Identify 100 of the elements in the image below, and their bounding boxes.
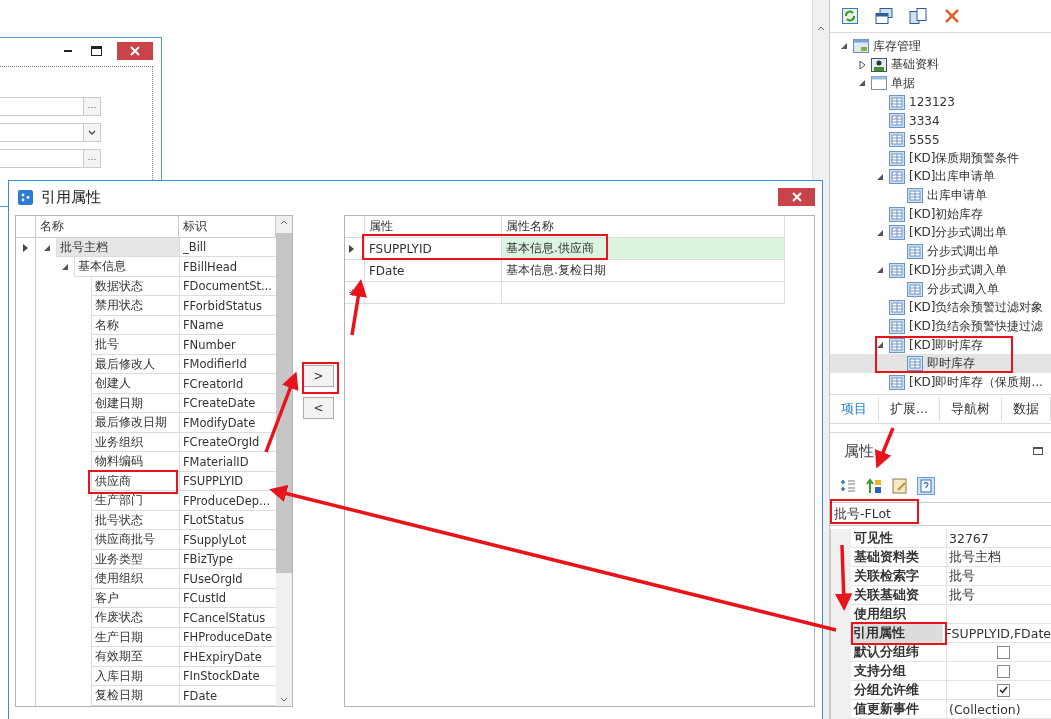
property-pages-button[interactable] <box>890 476 910 496</box>
table-cell[interactable]: FDate <box>364 260 502 282</box>
collapse-arrow-icon[interactable] <box>876 229 884 237</box>
checkbox[interactable] <box>997 645 1010 659</box>
tree-cell[interactable]: 供应商批号 <box>91 530 179 550</box>
input-field[interactable]: ··· <box>0 149 101 168</box>
tree-item[interactable]: [KD]初始库存 <box>830 204 1051 224</box>
collapse-arrow-icon[interactable] <box>840 42 848 51</box>
collapse-arrow-icon[interactable] <box>876 266 884 275</box>
tree-cell[interactable]: 最后修改日期 <box>91 413 179 433</box>
empty-cell[interactable] <box>364 282 502 304</box>
tree-cell[interactable]: 基本信息 <box>74 257 179 277</box>
tree-item[interactable]: [KD]即时库存 <box>830 335 1051 355</box>
tab[interactable]: 扩展... <box>879 397 940 422</box>
input-field[interactable] <box>0 123 101 142</box>
property-value[interactable]: (Collection) <box>947 700 1051 719</box>
tree-item[interactable]: [KD]负结余预警快捷过滤 <box>830 317 1051 336</box>
tree-cell[interactable]: 数据状态 <box>91 276 179 297</box>
tree-cell[interactable]: 最后修改人 <box>91 354 179 375</box>
tree-item[interactable]: 3334 <box>830 111 1051 131</box>
tree-cell[interactable]: 创建人 <box>91 374 179 394</box>
close-button[interactable] <box>117 42 153 60</box>
tree-cell[interactable]: 生产日期 <box>91 627 179 648</box>
tree-cell[interactable]: 批号 <box>91 335 179 355</box>
scrollbar[interactable] <box>276 216 292 706</box>
refresh-button[interactable] <box>840 5 860 26</box>
property-value[interactable]: 批号 <box>947 586 1051 605</box>
copy-button[interactable] <box>908 5 928 26</box>
tree-cell[interactable]: 禁用状态 <box>91 296 179 316</box>
tree-item[interactable]: [KD]分步式调出单 <box>830 223 1051 243</box>
windows-button[interactable] <box>874 5 894 26</box>
column-header[interactable]: 属性 <box>364 216 502 238</box>
tree-cell[interactable]: 物料编码 <box>91 452 179 472</box>
column-header[interactable]: 名称 <box>36 216 179 237</box>
tree-item[interactable]: 123123 <box>830 92 1051 112</box>
collapse-arrow-icon[interactable] <box>43 243 51 252</box>
property-name[interactable]: 可见性 <box>851 529 947 548</box>
tree-item[interactable]: [KD]保质期预警条件 <box>830 148 1051 168</box>
collapse-arrow-icon[interactable] <box>876 341 884 350</box>
property-name[interactable]: 值更新事件 <box>851 700 947 719</box>
input-field[interactable]: ··· <box>0 97 101 116</box>
tree-cell[interactable]: 入库日期 <box>91 666 179 687</box>
collapse-arrow-icon[interactable] <box>858 79 866 88</box>
tree-cell[interactable]: 有效期至 <box>91 647 179 667</box>
browse-button[interactable]: ··· <box>83 98 100 115</box>
tree-item[interactable]: [KD]出库申请单 <box>830 167 1051 187</box>
table-cell[interactable]: 基本信息.复检日期 <box>501 260 785 282</box>
sort-button[interactable] <box>864 476 884 496</box>
checkbox[interactable] <box>997 664 1010 678</box>
tree-item[interactable]: 分步式调出单 <box>830 242 1051 261</box>
property-name[interactable]: 关联检索字 <box>851 567 947 586</box>
minimize-icon[interactable] <box>64 49 72 53</box>
collapse-arrow-icon[interactable] <box>61 263 69 272</box>
browse-button[interactable]: ··· <box>83 150 100 167</box>
tree-item[interactable]: [KD]负结余预警过滤对象 <box>830 298 1051 318</box>
dropdown-button[interactable] <box>83 124 100 141</box>
maximize-icon[interactable] <box>90 46 102 56</box>
table-cell[interactable]: 基本信息.供应商 <box>501 238 785 260</box>
property-value[interactable]: 32767 <box>947 529 1051 548</box>
property-name[interactable]: 支持分组 <box>851 662 947 681</box>
scroll-up-icon[interactable] <box>817 26 825 31</box>
property-name[interactable]: 分组允许维 <box>851 681 947 700</box>
property-name[interactable]: 引用属性 <box>850 624 943 643</box>
tree-item[interactable]: 分步式调入单 <box>830 279 1051 299</box>
collapse-arrow-icon[interactable] <box>876 172 884 181</box>
tree-cell[interactable]: 业务组织 <box>91 432 179 453</box>
tree-item[interactable]: 基础资料 <box>830 55 1051 75</box>
close-button[interactable] <box>778 188 815 206</box>
tree-item[interactable]: 5555 <box>830 130 1051 149</box>
add-button[interactable]: > <box>302 365 334 387</box>
tree-item[interactable]: 单据 <box>830 74 1051 93</box>
tree-cell[interactable]: 名称 <box>91 315 179 336</box>
empty-cell[interactable] <box>501 282 785 304</box>
scroll-up-icon[interactable] <box>280 220 288 225</box>
tree-cell[interactable]: 作废状态 <box>91 608 179 628</box>
property-value[interactable]: 批号 <box>947 567 1051 586</box>
table-cell[interactable]: FSUPPLYID <box>364 238 502 260</box>
tab[interactable]: 数据 <box>1001 397 1051 422</box>
expand-arrow-icon[interactable] <box>858 60 866 69</box>
tree-cell[interactable]: 客户 <box>91 588 179 609</box>
tree-item[interactable]: [KD]即时库存（保质期... <box>830 373 1051 391</box>
property-value[interactable]: 批号主档 <box>947 548 1051 567</box>
checkbox[interactable] <box>997 683 1010 697</box>
tab[interactable]: 导航树 <box>939 397 1002 422</box>
tree-cell[interactable]: 批号主档 <box>56 237 179 258</box>
property-name[interactable]: 关联基础资 <box>851 586 947 605</box>
object-field[interactable]: 批号-FLot <box>830 502 1051 526</box>
tree-cell[interactable]: 使用组织 <box>91 569 179 589</box>
tree-item[interactable]: [KD]分步式调入单 <box>830 261 1051 280</box>
window-icon[interactable] <box>1033 447 1043 455</box>
scroll-down-icon[interactable] <box>280 697 288 702</box>
property-name[interactable]: 基础资料类 <box>851 548 947 567</box>
tree-cell[interactable]: 复检日期 <box>91 686 179 706</box>
tree-cell[interactable]: 批号状态 <box>91 510 179 531</box>
tree-item[interactable]: 库存管理 <box>830 36 1051 56</box>
tree-item[interactable]: 出库申请单 <box>830 186 1051 205</box>
property-value[interactable]: FSUPPLYID,FDate <box>942 624 1051 643</box>
remove-button[interactable]: < <box>302 397 334 419</box>
tree-cell[interactable]: 创建日期 <box>91 393 179 414</box>
tab[interactable]: 项目 <box>830 397 879 422</box>
